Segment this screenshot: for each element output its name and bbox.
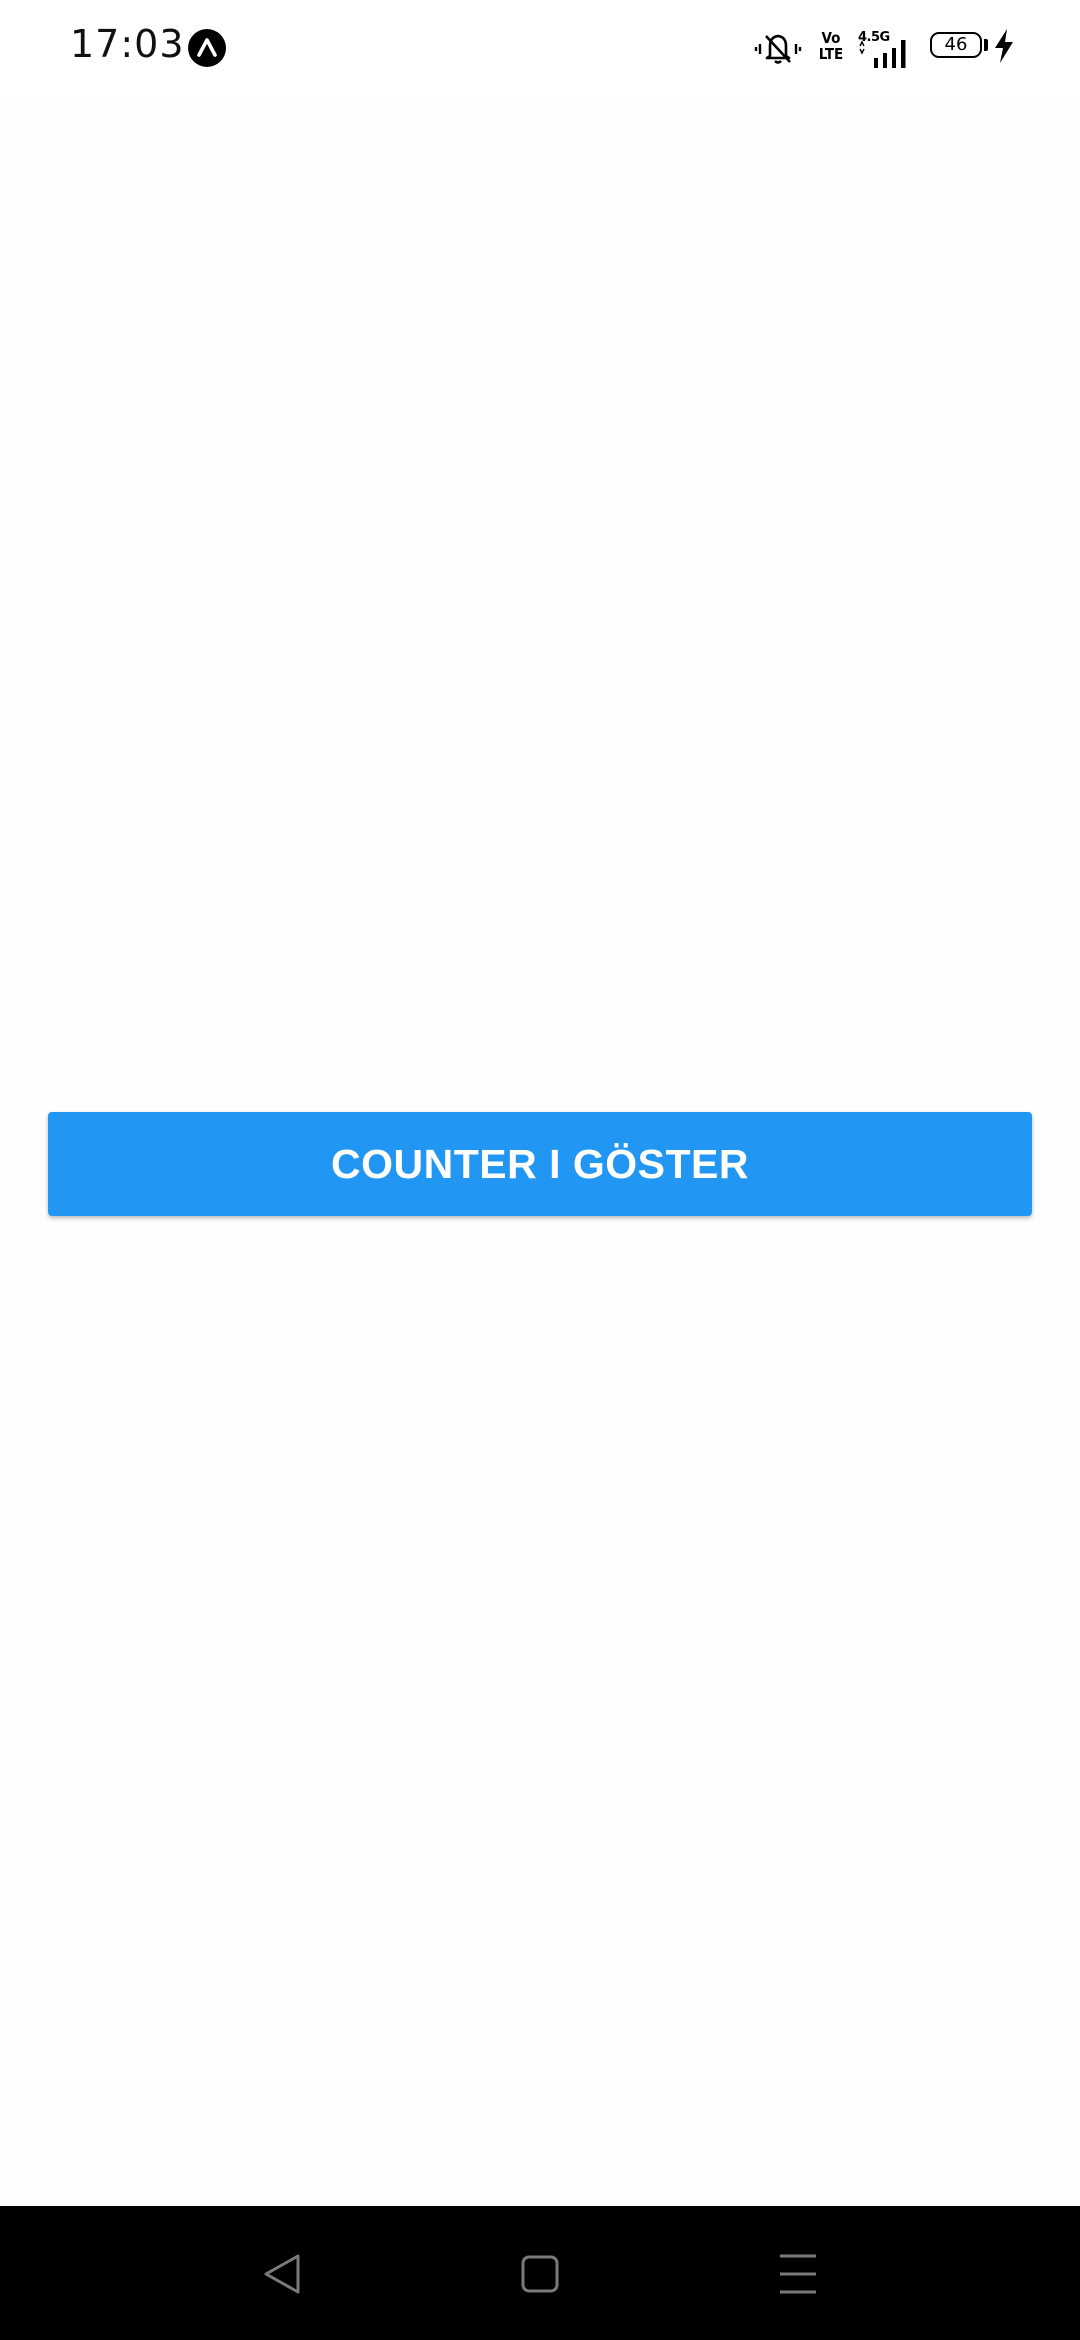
app-screen: 17:03 Vo LTE 4.5G 46 COUNTER I GÖSTER	[0, 0, 1080, 2340]
status-bar: 17:03 Vo LTE 4.5G 46	[0, 0, 1080, 96]
status-icons: Vo LTE 4.5G 46	[754, 26, 1014, 70]
expo-icon	[188, 29, 226, 67]
menu-icon[interactable]	[766, 2242, 830, 2306]
volte-icon: Vo LTE	[818, 30, 844, 62]
battery-level: 46	[944, 34, 968, 55]
mute-icon	[754, 26, 802, 75]
home-icon[interactable]	[508, 2242, 572, 2306]
volte-line2: LTE	[818, 45, 844, 63]
counter-show-button[interactable]: COUNTER I GÖSTER	[48, 1112, 1032, 1216]
signal-icon	[858, 40, 920, 75]
status-time: 17:03	[70, 22, 185, 66]
back-icon[interactable]	[250, 2242, 314, 2306]
navigation-bar	[0, 2206, 1080, 2340]
charging-icon	[992, 28, 1016, 69]
battery-cap	[984, 39, 988, 51]
